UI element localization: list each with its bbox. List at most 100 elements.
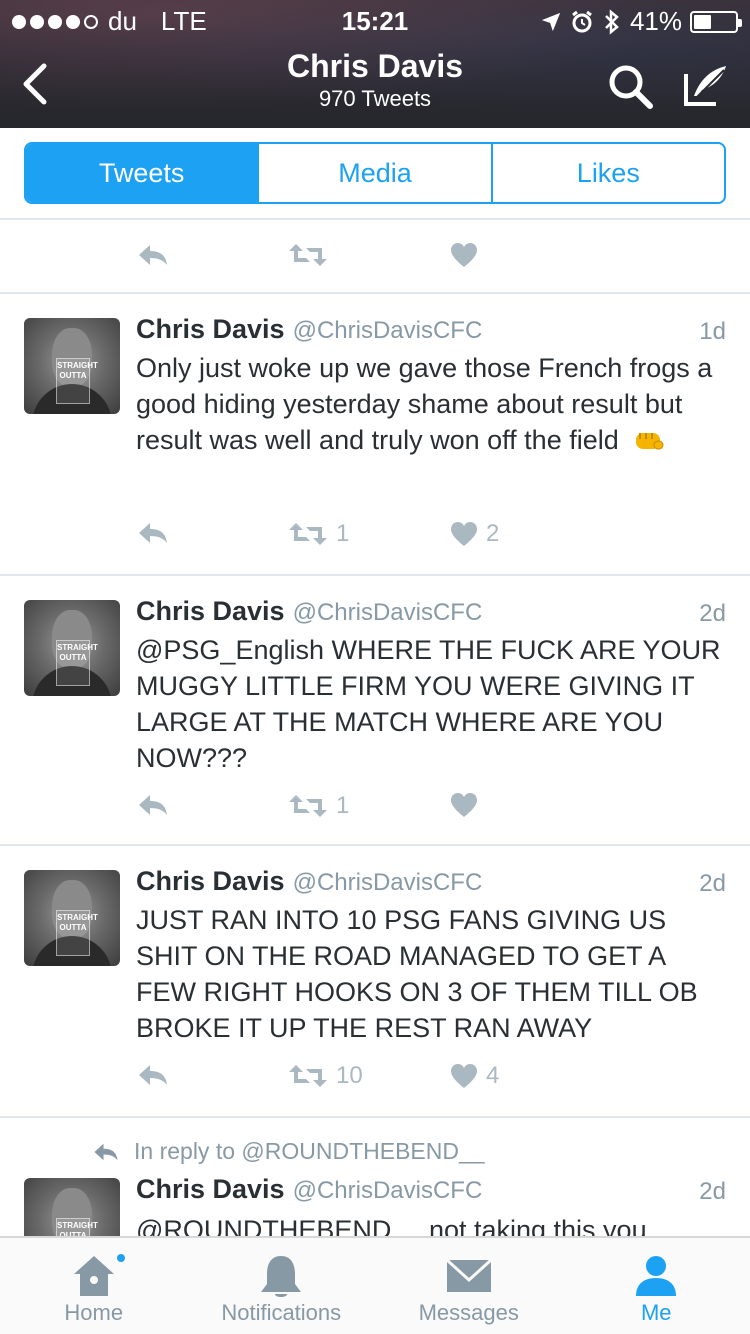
compose-tweet-icon[interactable] [680, 60, 730, 110]
tweet-actions: 1 [136, 792, 636, 832]
heart-icon [451, 793, 477, 817]
tweet-item[interactable]: STRAIGHT OUTTA Chris Davis @ChrisDavisCFC … [0, 294, 750, 576]
avatar[interactable]: STRAIGHT OUTTA [24, 600, 120, 696]
bluetooth-icon [605, 8, 619, 35]
tweet-header: Chris Davis @ChrisDavisCFC [136, 314, 482, 345]
heart-icon [451, 522, 477, 546]
avatar[interactable]: STRAIGHT OUTTA [24, 1178, 120, 1236]
envelope-icon [445, 1258, 492, 1292]
tweet-text: JUST RAN INTO 10 PSG FANS GIVING US SHIT… [136, 905, 698, 1043]
nav-bar: Chris Davis 970 Tweets [0, 40, 750, 128]
fist-emoji-icon [636, 433, 664, 450]
tab-label: Home [64, 1300, 124, 1325]
tab-me[interactable]: Me [563, 1238, 750, 1334]
tweet-time: 2d [699, 1178, 726, 1205]
retweet-icon [289, 523, 327, 545]
heart-icon [451, 1064, 477, 1088]
tab-home[interactable]: Home [0, 1238, 188, 1334]
tweet-time: 2d [699, 870, 726, 897]
in-reply-to[interactable]: In reply to @ROUNDTHEBEND__ [92, 1138, 485, 1165]
in-reply-to-label: In reply to @ROUNDTHEBEND__ [134, 1138, 485, 1164]
retweet-button[interactable]: 1 [288, 792, 349, 820]
tweet-actions [136, 242, 636, 282]
retweet-icon [289, 795, 327, 817]
reply-icon [139, 245, 167, 265]
status-right: 41% [540, 6, 742, 37]
tweet-timeline[interactable]: STRAIGHT OUTTA Chris Davis @ChrisDavisCFC … [0, 220, 750, 1236]
reply-button[interactable] [136, 792, 170, 818]
tweet-item[interactable] [0, 220, 750, 294]
author-name[interactable]: Chris Davis [136, 1174, 285, 1204]
like-button[interactable] [450, 242, 486, 268]
reply-button[interactable] [136, 242, 170, 268]
avatar-stamp: STRAIGHT OUTTA [56, 358, 98, 404]
like-button[interactable]: 4 [450, 1062, 499, 1090]
tab-label: Messages [418, 1300, 519, 1325]
tweet-text: @PSG_English WHERE THE FUCK ARE YOUR MUG… [136, 635, 721, 773]
avatar[interactable]: STRAIGHT OUTTA [24, 318, 120, 414]
avatar[interactable]: STRAIGHT OUTTA [24, 870, 120, 966]
bottom-tab-bar: Home Notifications Messages Me [0, 1236, 750, 1334]
author-handle[interactable]: @ChrisDavisCFC [293, 599, 483, 626]
tweet-item[interactable]: STRAIGHT OUTTA Chris Davis @ChrisDavisCFC … [0, 846, 750, 1118]
heart-icon [451, 243, 477, 267]
alarm-icon [572, 10, 592, 32]
tweet-header: Chris Davis @ChrisDavisCFC [136, 596, 482, 627]
bell-icon [261, 1256, 302, 1297]
retweet-button[interactable]: 10 [288, 1062, 363, 1090]
tweet-text: Only just woke up we gave those French f… [136, 350, 726, 458]
tweet-item[interactable]: STRAIGHT OUTTA Chris Davis @ChrisDavisCFC … [0, 576, 750, 846]
avatar-stamp: STRAIGHT OUTTA [56, 1218, 98, 1236]
retweet-count: 1 [336, 520, 350, 547]
like-count: 4 [486, 1062, 500, 1089]
retweet-button[interactable] [288, 242, 336, 268]
author-handle[interactable]: @ChrisDavisCFC [293, 869, 483, 896]
tweet-body: Only just woke up we gave those French f… [136, 353, 713, 455]
tab-label: Notifications [221, 1300, 342, 1325]
reply-icon [94, 1143, 118, 1160]
avatar-stamp: STRAIGHT OUTTA [56, 910, 98, 956]
like-button[interactable] [450, 792, 486, 818]
retweet-count: 1 [336, 792, 350, 819]
reply-icon [139, 795, 167, 815]
reply-button[interactable] [136, 520, 170, 546]
tweet-time: 1d [699, 318, 726, 345]
person-icon [636, 1256, 677, 1296]
retweet-icon [289, 244, 327, 266]
tweet-text: @ROUNDTHEBEND__ not taking this you [136, 1215, 647, 1236]
reply-button[interactable] [136, 1062, 170, 1088]
tab-likes[interactable]: Likes [493, 144, 724, 202]
home-icon [73, 1256, 114, 1296]
profile-tabs: Tweets Media Likes [24, 142, 726, 204]
tab-messages[interactable]: Messages [375, 1238, 563, 1334]
like-count: 2 [486, 520, 500, 547]
tab-tweets[interactable]: Tweets [26, 144, 260, 202]
tweet-header: Chris Davis @ChrisDavisCFC [136, 866, 482, 897]
retweet-icon [289, 1065, 327, 1087]
tab-label: Me [640, 1300, 672, 1325]
status-bar: du LTE 15:21 41% [0, 0, 750, 40]
tweet-item[interactable]: In reply to @ROUNDTHEBEND__ STRAIGHT OUTT… [0, 1118, 750, 1236]
like-button[interactable]: 2 [450, 520, 499, 548]
author-name[interactable]: Chris Davis [136, 866, 285, 896]
author-name[interactable]: Chris Davis [136, 596, 285, 626]
notification-dot [115, 1252, 127, 1264]
author-handle[interactable]: @ChrisDavisCFC [293, 317, 483, 344]
battery-icon [690, 10, 742, 33]
tweet-time: 2d [699, 600, 726, 627]
profile-header: du LTE 15:21 41% Chris Davis 970 Tweets [0, 0, 750, 128]
reply-icon [139, 523, 167, 543]
retweet-button[interactable]: 1 [288, 520, 349, 548]
tweet-actions: 10 4 [136, 1062, 636, 1102]
location-arrow-icon [541, 12, 561, 31]
reply-icon [139, 1065, 167, 1085]
author-handle[interactable]: @ChrisDavisCFC [293, 1177, 483, 1204]
avatar-stamp: STRAIGHT OUTTA [56, 640, 98, 686]
search-icon[interactable] [606, 62, 654, 110]
tweet-actions: 1 2 [136, 520, 636, 560]
tab-media[interactable]: Media [259, 144, 493, 202]
author-name[interactable]: Chris Davis [136, 314, 285, 344]
tweet-header: Chris Davis @ChrisDavisCFC [136, 1174, 482, 1205]
battery-percent: 41% [629, 6, 682, 36]
tab-notifications[interactable]: Notifications [188, 1238, 376, 1334]
